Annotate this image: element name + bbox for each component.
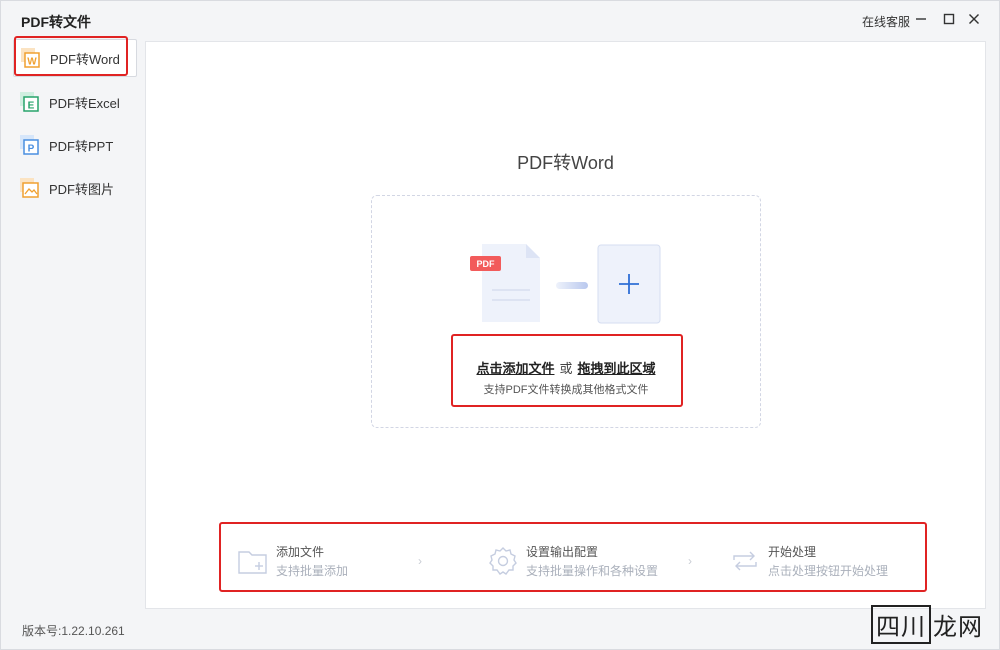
sidebar-item-label: PDF转Word [50,51,120,67]
svg-text:W: W [27,57,37,68]
ppt-icon: P [20,135,39,155]
drag-here-link[interactable]: 拖拽到此区域 [578,361,656,376]
sidebar-item-word[interactable]: W PDF转Word [13,39,137,77]
maximize-button[interactable] [941,11,957,27]
step-subtitle: 支持批量添加 [276,564,349,578]
app-window: PDF转文件 在线客服 W PDF转Word E PDF转Excel P PDF… [0,0,1000,650]
minimize-button[interactable] [913,11,929,27]
pdf-badge: PDF [477,259,496,269]
sidebar-item-excel[interactable]: E PDF转Excel [13,83,137,121]
step-start-processing: 开始处理 点击处理按钮开始处理 [730,540,888,590]
page-title: PDF转Word [517,153,614,173]
version-label: 版本号:1.22.10.261 [22,624,125,638]
app-title: PDF转文件 [21,14,91,30]
sidebar-item-image[interactable]: PDF转图片 [13,169,137,207]
folder-add-icon [238,551,267,574]
step-add-files: 添加文件 支持批量添加 [238,540,348,590]
excel-icon: E [20,92,39,112]
step-output-settings: 设置输出配置 支持批量操作和各种设置 [488,540,658,590]
workflow-steps: 添加文件 支持批量添加 › 设置输出配置 支持批量操作和各种设置 › 开始处理 … [238,540,928,590]
drop-instructions: 点击添加文件或拖拽到此区域 [372,358,760,377]
watermark: 四川 龙网 [871,605,983,644]
gear-icon [489,547,517,575]
sidebar-item-label: PDF转Excel [49,95,120,111]
main-panel: PDF转Word PDF 点击添加文件 或 拖拽到此区域 支持PDF文件转换成其… [145,41,986,609]
drop-hint: 支持PDF文件转换成其他格式文件 [483,384,649,396]
or-label: 或 [559,361,573,376]
svg-text:P: P [28,144,35,155]
sidebar-item-label: PDF转PPT [49,138,114,154]
sidebar-item-label: PDF转图片 [49,181,115,197]
chevron-right-icon: › [688,554,692,568]
chevron-right-icon: › [418,554,422,568]
step-title: 开始处理 [768,545,817,559]
step-title: 设置输出配置 [526,545,599,559]
close-button[interactable] [966,11,982,27]
sidebar: W PDF转Word E PDF转Excel P PDF转PPT PDF转图片 [1,39,143,611]
add-file-link[interactable]: 点击添加文件 [476,361,554,376]
step-subtitle: 支持批量操作和各种设置 [526,564,659,578]
maximize-icon [943,13,955,25]
image-icon [20,178,39,198]
close-icon [969,14,979,24]
word-icon: W [21,48,40,68]
svg-text:E: E [28,101,35,112]
step-subtitle: 点击处理按钮开始处理 [768,564,889,578]
minimize-icon [916,18,926,20]
online-service-link[interactable]: 在线客服 [862,13,910,30]
repeat-icon [733,551,757,571]
step-title: 添加文件 [276,545,325,559]
title-bar: PDF转文件 在线客服 [1,1,999,39]
file-drop-zone[interactable]: PDF 点击添加文件或拖拽到此区域 支持PDF文件转换成其他格式文件 [371,195,761,428]
sidebar-item-ppt[interactable]: P PDF转PPT [13,126,137,164]
pdf-to-doc-illustration: PDF [470,244,661,324]
